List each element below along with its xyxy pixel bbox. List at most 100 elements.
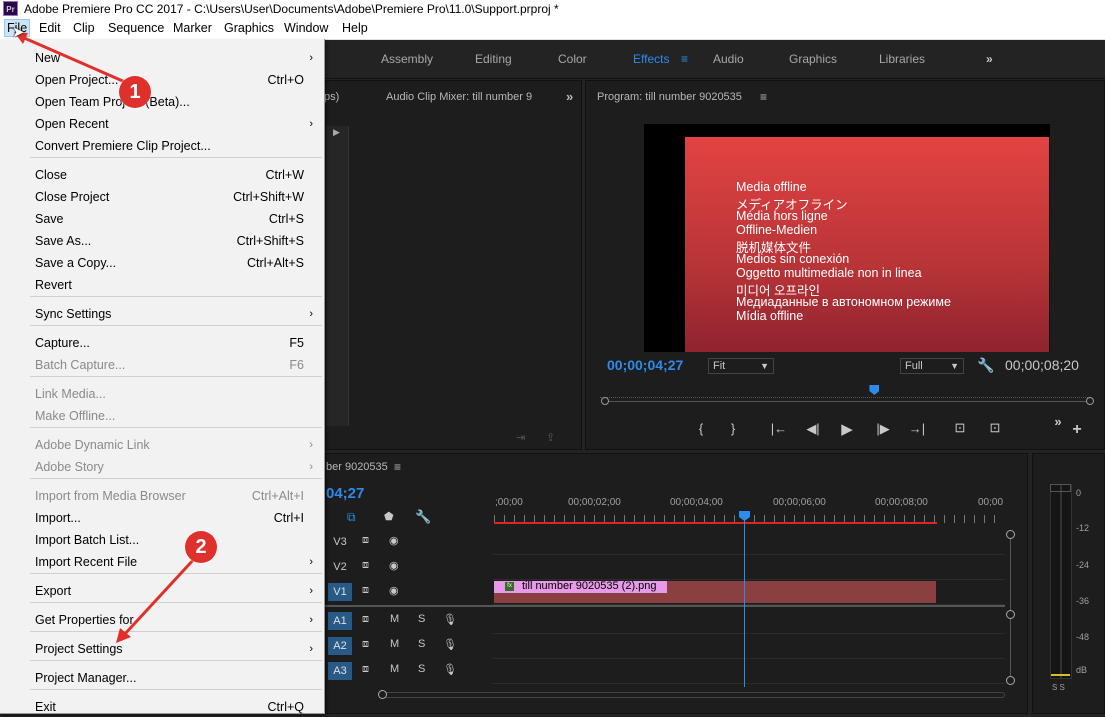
add-marker-icon[interactable]: ⬟ (384, 510, 394, 523)
menu-window[interactable]: Window (284, 21, 328, 35)
controls-overflow-icon[interactable]: » (1049, 414, 1067, 429)
menu-item-close-project[interactable]: Close Project Ctrl+Shift+W (0, 187, 324, 207)
mute-button[interactable]: M (390, 613, 399, 625)
workspace-overflow-icon[interactable]: » (986, 52, 993, 66)
program-timecode[interactable]: 00;00;04;27 (607, 357, 683, 373)
scroll-handle-top[interactable] (1006, 530, 1015, 539)
eye-icon[interactable]: ◉ (389, 534, 399, 547)
menu-item-close[interactable]: Close Ctrl+W (0, 165, 324, 185)
track-lane-v3[interactable] (493, 530, 1005, 555)
lift-button[interactable]: ⊡ (949, 420, 971, 436)
track-target-a1[interactable]: A1 (328, 612, 352, 630)
eye-icon[interactable]: ◉ (389, 584, 399, 597)
program-menu-icon[interactable]: ≡ (760, 90, 767, 104)
eye-icon[interactable]: ◉ (389, 559, 399, 572)
track-target-v1[interactable]: V1 (328, 583, 352, 601)
mark-out-button[interactable]: } (724, 421, 742, 436)
zoom-scroll-track[interactable] (601, 401, 1091, 402)
timeline-timecode[interactable]: 04;27 (326, 485, 364, 502)
scroll-handle-bottom[interactable] (1006, 676, 1015, 685)
menu-item-save-a-copy[interactable]: Save a Copy... Ctrl+Alt+S (0, 253, 324, 273)
menu-item-import-recent-file[interactable]: Import Recent File › (0, 552, 324, 572)
menu-item-capture[interactable]: Capture... F5 (0, 333, 324, 353)
menu-item-save[interactable]: Save Ctrl+S (0, 209, 324, 229)
horizontal-scrollbar[interactable] (378, 690, 1005, 699)
track-lane-a3[interactable] (493, 659, 1005, 684)
workspace-menu-icon[interactable]: ≡ (681, 52, 688, 66)
track-lane-a1[interactable] (493, 609, 1005, 634)
mark-in-button[interactable]: { (692, 421, 710, 436)
track-target-v2[interactable]: V2 (328, 558, 352, 576)
track-target-a3[interactable]: A3 (328, 662, 352, 680)
microphone-icon[interactable]: 🎙 (443, 663, 457, 676)
track-lane-v2[interactable] (493, 555, 1005, 580)
mute-button[interactable]: M (390, 663, 399, 675)
menu-item-project-manager[interactable]: Project Manager... (0, 668, 324, 688)
timeline-menu-icon[interactable]: ≡ (394, 460, 401, 474)
toggle-sync-lock-icon[interactable]: ⧈ (362, 663, 369, 676)
workspace-assembly[interactable]: Assembly (381, 52, 433, 66)
snap-icon[interactable]: ⧉ (347, 510, 356, 525)
toggle-sync-lock-icon[interactable]: ⧈ (362, 613, 369, 626)
menu-item-open-recent[interactable]: Open Recent › (0, 114, 324, 134)
solo-button[interactable]: S (418, 663, 425, 675)
menu-item-export[interactable]: Export › (0, 581, 324, 601)
scroll-handle[interactable] (378, 690, 387, 699)
menu-item-sync-settings[interactable]: Sync Settings › (0, 304, 324, 324)
step-back-button[interactable]: ◀| (802, 421, 824, 437)
menu-marker[interactable]: Marker (173, 21, 212, 35)
panel-overflow-icon[interactable]: » (566, 89, 573, 104)
menu-item-import-batch-list[interactable]: Import Batch List... (0, 530, 324, 550)
source-tab-partial[interactable]: ps) (324, 91, 339, 103)
quality-dropdown[interactable]: Full ▼ (900, 358, 964, 374)
peak-indicator[interactable] (1050, 484, 1071, 492)
play-triangle-icon[interactable]: ▶ (333, 127, 340, 138)
audio-clip-mixer-tab[interactable]: Audio Clip Mixer: till number 9 (386, 91, 532, 103)
go-to-in-button[interactable]: |← (768, 421, 790, 436)
menu-clip[interactable]: Clip (73, 21, 95, 35)
menu-item-new[interactable]: New › (0, 48, 324, 68)
vertical-zoom-scrollbar[interactable] (1006, 530, 1016, 685)
timeline-clip[interactable]: fx till number 9020535 (2).png (494, 580, 936, 603)
microphone-icon[interactable]: 🎙 (443, 638, 457, 651)
menu-item-revert[interactable]: Revert (0, 275, 324, 295)
wrench-icon[interactable]: 🔧 (977, 357, 994, 374)
menu-item-open-team-project-beta[interactable]: Open Team Project (Beta)... (0, 92, 324, 112)
toggle-sync-lock-icon[interactable]: ⧈ (362, 584, 369, 597)
wrench-icon[interactable]: 🔧 (415, 509, 431, 525)
menu-item-convert-premiere-clip-project[interactable]: Convert Premiere Clip Project... (0, 136, 324, 156)
extract-button[interactable]: ⊡ (984, 420, 1006, 436)
track-divider[interactable] (325, 605, 1005, 607)
export-frame-icon[interactable]: ⇥ (516, 431, 525, 444)
program-scrubber[interactable] (600, 385, 1090, 398)
toggle-sync-lock-icon[interactable]: ⧈ (362, 638, 369, 651)
workspace-color[interactable]: Color (558, 52, 587, 66)
button-editor-plus-icon[interactable]: + (1068, 421, 1086, 439)
menu-item-save-as[interactable]: Save As... Ctrl+Shift+S (0, 231, 324, 251)
menu-item-exit[interactable]: Exit Ctrl+Q (0, 697, 324, 717)
menu-sequence[interactable]: Sequence (108, 21, 164, 35)
share-icon[interactable]: ⇪ (546, 431, 555, 444)
workspace-libraries[interactable]: Libraries (879, 52, 925, 66)
workspace-graphics[interactable]: Graphics (789, 52, 837, 66)
menu-edit[interactable]: Edit (39, 21, 61, 35)
menu-item-open-project[interactable]: Open Project... Ctrl+O (0, 70, 324, 90)
solo-button[interactable]: S (418, 638, 425, 650)
zoom-dropdown[interactable]: Fit ▼ (708, 358, 774, 374)
scroll-handle-bottom[interactable] (1006, 610, 1015, 619)
toggle-sync-lock-icon[interactable]: ⧈ (362, 534, 369, 547)
microphone-icon[interactable]: 🎙 (443, 613, 457, 626)
toggle-sync-lock-icon[interactable]: ⧈ (362, 559, 369, 572)
zoom-handle-right[interactable] (1086, 397, 1094, 405)
menu-item-get-properties-for[interactable]: Get Properties for › (0, 610, 324, 630)
track-target-v3[interactable]: V3 (328, 533, 352, 551)
menu-graphics[interactable]: Graphics (224, 21, 274, 35)
solo-left-button[interactable]: S S (1052, 683, 1065, 692)
step-forward-button[interactable]: |▶ (872, 421, 894, 437)
workspace-audio[interactable]: Audio (713, 52, 744, 66)
mute-button[interactable]: M (390, 638, 399, 650)
menu-help[interactable]: Help (342, 21, 368, 35)
play-button[interactable]: ▶ (838, 420, 856, 438)
solo-button[interactable]: S (418, 613, 425, 625)
track-target-a2[interactable]: A2 (328, 637, 352, 655)
